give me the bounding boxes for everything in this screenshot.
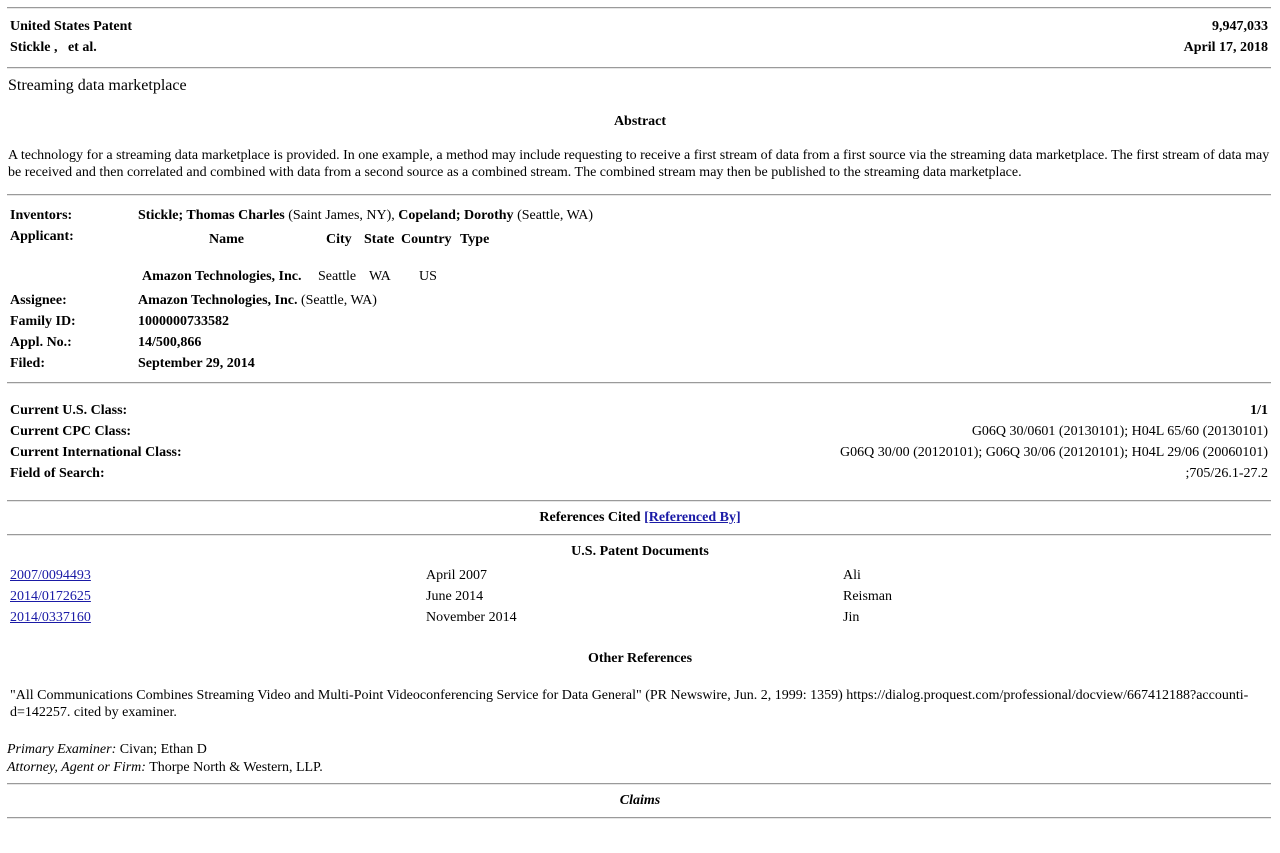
- inventor-2-location: (Seattle, WA): [517, 208, 594, 223]
- intl-class-value: G06Q 30/00 (20120101); G06Q 30/06 (20120…: [839, 445, 1268, 460]
- patent-label: United States Patent: [10, 19, 133, 34]
- patent-date: April 17, 2018: [1183, 40, 1268, 55]
- applicant-header-type: Type: [460, 232, 490, 247]
- cpc-class-label: Current CPC Class:: [10, 424, 132, 439]
- applicant-city: Seattle: [318, 269, 357, 284]
- assignee-value: Amazon Technologies, Inc. (Seattle, WA): [138, 293, 377, 309]
- applicant-name: Amazon Technologies, Inc.: [142, 269, 302, 284]
- references-divider: [7, 534, 1271, 536]
- appl-no-label: Appl. No.:: [10, 335, 72, 350]
- primary-examiner-value: Civan; Ethan D: [119, 742, 207, 757]
- primary-examiner-row: Primary Examiner: Civan; Ethan D: [7, 742, 207, 758]
- inventor-1-location: (Saint James, NY),: [288, 208, 395, 223]
- abstract-text: A technology for a streaming data market…: [8, 148, 1270, 180]
- us-class-value: 1/1: [1250, 403, 1268, 418]
- patent-doc-date: April 2007: [426, 568, 488, 583]
- applicant-header-state: State: [364, 232, 395, 247]
- attorney-row: Attorney, Agent or Firm: Thorpe North & …: [7, 760, 323, 776]
- patent-doc-name: Ali: [843, 568, 861, 583]
- examiner-divider: [7, 783, 1271, 785]
- family-id-label: Family ID:: [10, 314, 76, 329]
- filed-value: September 29, 2014: [138, 356, 255, 371]
- attorney-label: Attorney, Agent or Firm:: [7, 760, 146, 775]
- patent-number: 9,947,033: [1212, 19, 1268, 34]
- applicant-header-name: Name: [209, 232, 244, 247]
- applicant-header-country: Country: [401, 232, 452, 247]
- references-heading-row: References Cited [Referenced By]: [0, 510, 1280, 526]
- assignee-label: Assignee:: [10, 293, 67, 308]
- claims-heading: Claims: [0, 793, 1280, 809]
- attorney-value: Thorpe North & Western, LLP.: [149, 760, 323, 775]
- patent-doc-date: June 2014: [426, 589, 484, 604]
- header-divider: [7, 67, 1271, 69]
- intl-class-label: Current International Class:: [10, 445, 182, 460]
- assignee-name: Amazon Technologies, Inc.: [138, 293, 298, 308]
- inventor-2-name: Copeland; Dorothy: [398, 208, 514, 223]
- abstract-heading: Abstract: [613, 114, 667, 129]
- abstract-divider: [7, 194, 1271, 196]
- referenced-by-link[interactable]: [Referenced By]: [644, 510, 741, 525]
- us-patent-docs-heading: U.S. Patent Documents: [571, 544, 709, 559]
- classes-divider: [7, 500, 1271, 502]
- filed-label: Filed:: [10, 356, 45, 371]
- patent-doc-link[interactable]: 2007/0094493: [10, 568, 91, 584]
- top-divider: [7, 7, 1271, 9]
- patent-doc-name: Reisman: [843, 589, 892, 604]
- inventors-value: Stickle; Thomas Charles (Saint James, NY…: [138, 208, 593, 224]
- claims-divider: [7, 817, 1271, 819]
- family-id-value: 1000000733582: [138, 314, 229, 329]
- patent-title: Streaming data marketplace: [8, 77, 187, 94]
- inventors-short: Stickle , et al.: [10, 40, 97, 55]
- other-references-heading: Other References: [587, 651, 693, 666]
- patent-doc-link[interactable]: 2014/0172625: [10, 589, 91, 605]
- us-class-label: Current U.S. Class:: [10, 403, 128, 418]
- applicant-header-city: City: [326, 232, 352, 247]
- inventor-1-name: Stickle; Thomas Charles: [138, 208, 285, 223]
- cpc-class-value: G06Q 30/0601 (20130101); H04L 65/60 (201…: [971, 424, 1268, 439]
- patent-doc-name: Jin: [843, 610, 860, 625]
- field-of-search-label: Field of Search:: [10, 466, 105, 481]
- field-of-search-value: ;705/26.1-27.2: [1185, 466, 1268, 481]
- applicant-label: Applicant:: [10, 229, 74, 244]
- claims-heading-text: Claims: [619, 793, 661, 808]
- assignee-location: (Seattle, WA): [300, 293, 377, 308]
- inventors-label: Inventors:: [10, 208, 73, 223]
- details-divider: [7, 382, 1271, 384]
- patent-doc-date: November 2014: [426, 610, 517, 625]
- appl-no-value: 14/500,866: [138, 335, 202, 350]
- patent-doc-link[interactable]: 2014/0337160: [10, 610, 91, 626]
- applicant-country: US: [419, 269, 437, 284]
- primary-examiner-label: Primary Examiner:: [7, 742, 117, 757]
- references-heading: References Cited: [539, 510, 641, 525]
- other-reference-text: "All Communications Combines Streaming V…: [10, 688, 1249, 720]
- applicant-state: WA: [369, 269, 391, 284]
